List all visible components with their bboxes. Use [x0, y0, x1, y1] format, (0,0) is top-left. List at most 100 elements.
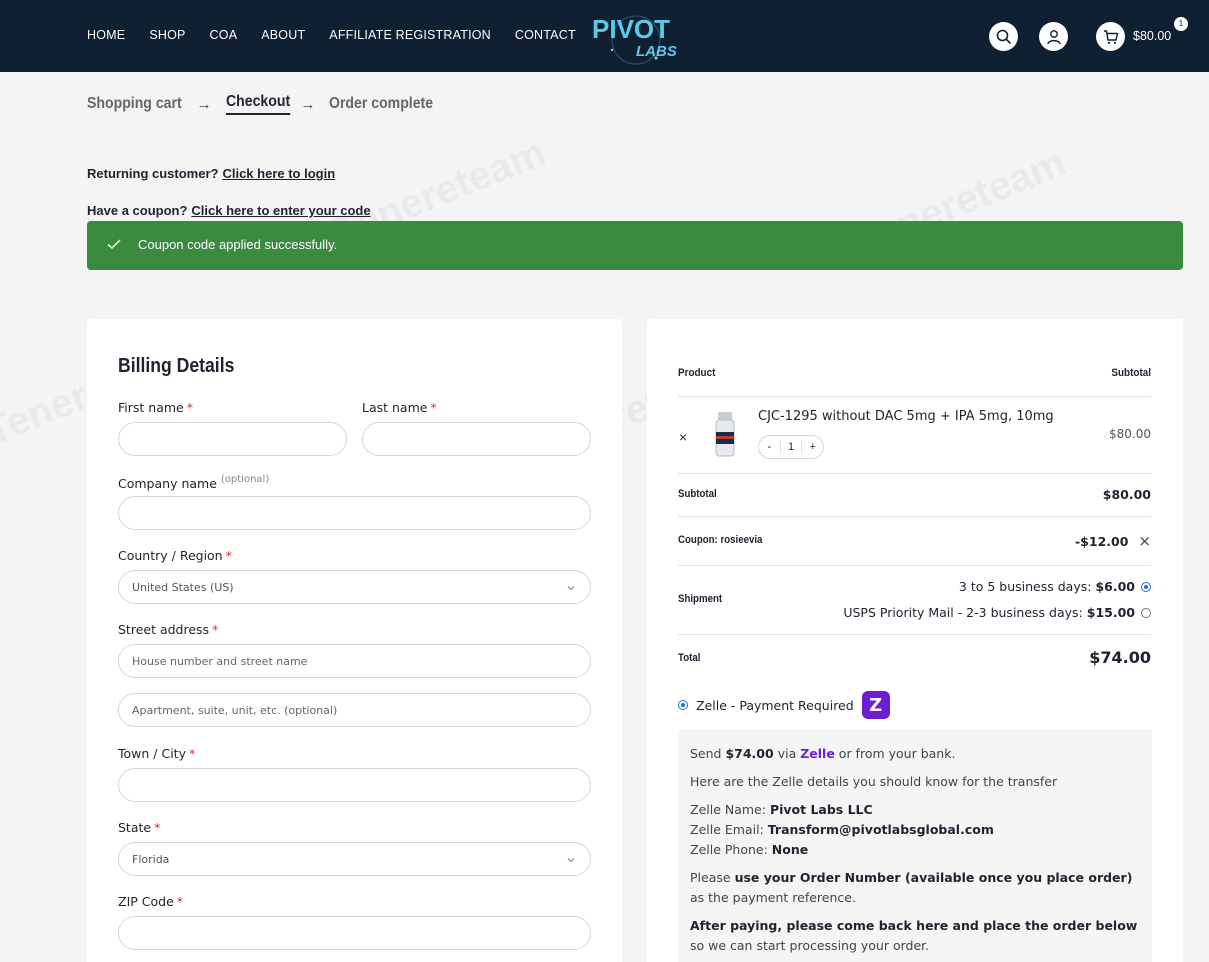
coupon-text: Have a coupon?	[87, 203, 188, 218]
login-link[interactable]: Click here to login	[222, 166, 335, 181]
col-product: Product	[678, 367, 716, 379]
logo-text-labs: LABS	[636, 43, 677, 60]
shipping-radio-usps-priority[interactable]	[1141, 607, 1151, 618]
site-logo[interactable]: PIVOT LABS	[590, 10, 682, 66]
reference-instruction: Please use your Order Number (available …	[690, 870, 1133, 905]
search-icon	[996, 29, 1011, 44]
total-label: Total	[678, 652, 701, 664]
country-select[interactable]: United States (US)	[118, 570, 591, 604]
after-paying-instruction: After paying, please come back here and …	[690, 918, 1138, 953]
coupon-discount: -$12.00 ×	[1075, 532, 1151, 550]
shipping-radio-standard[interactable]	[1141, 581, 1151, 592]
send-instruction: Send $74.00 via Zelle or from your bank.	[690, 746, 956, 761]
zelle-phone-line: Zelle Phone: None	[690, 842, 809, 857]
payment-radio-zelle[interactable]	[678, 700, 688, 710]
product-name[interactable]: CJC-1295 without DAC 5mg + IPA 5mg, 10mg	[758, 409, 1054, 424]
company-name-field[interactable]	[118, 496, 591, 530]
remove-coupon-button[interactable]: ×	[1138, 532, 1151, 550]
company-name-label: Company name (optional)	[118, 474, 270, 491]
product-vial-image	[715, 412, 735, 457]
coupon-label: Coupon: rosieevia	[678, 534, 763, 546]
qty-value[interactable]: 1	[779, 441, 803, 453]
arrow-right-icon: →	[196, 95, 212, 113]
zelle-email-line: Zelle Email: Transform@pivotlabsglobal.c…	[690, 822, 994, 837]
step-shopping-cart[interactable]: Shopping cart	[87, 95, 182, 113]
billing-details-card: Billing Details First name * Last name * C…	[87, 319, 622, 962]
apartment-field[interactable]: Apartment, suite, unit, etc. (optional)	[118, 693, 591, 727]
billing-title: Billing Details	[118, 355, 235, 377]
zelle-instructions: Send $74.00 via Zelle or from your bank.…	[678, 729, 1152, 962]
street-address-field[interactable]: House number and street name	[118, 644, 591, 678]
street-address-placeholder: House number and street name	[132, 654, 308, 668]
state-select[interactable]: Florida	[118, 842, 591, 876]
nav-affiliate-registration[interactable]: AFFILIATE REGISTRATION	[329, 28, 491, 42]
coupon-success-banner: Coupon code applied successfully.	[87, 221, 1183, 270]
zip-field[interactable]	[118, 916, 591, 950]
chevron-down-icon	[567, 858, 575, 863]
qty-increase-button[interactable]: +	[802, 441, 823, 453]
success-message: Coupon code applied successfully.	[138, 237, 338, 252]
checkmark-icon	[107, 239, 121, 250]
product-price: $80.00	[1109, 427, 1151, 441]
nav-about[interactable]: ABOUT	[261, 28, 305, 42]
street-address-label: Street address *	[118, 622, 219, 637]
col-subtotal: Subtotal	[1111, 367, 1151, 379]
apartment-placeholder: Apartment, suite, unit, etc. (optional)	[132, 703, 338, 717]
cart-total[interactable]: $80.00	[1133, 29, 1171, 43]
zelle-link[interactable]: Zelle	[800, 746, 835, 761]
zelle-logo-icon: Z	[861, 691, 890, 719]
last-name-label: Last name *	[362, 400, 437, 415]
zelle-name-line: Zelle Name: Pivot Labs LLC	[690, 802, 873, 817]
divider	[678, 516, 1151, 517]
nav-coa[interactable]: COA	[210, 28, 238, 42]
shipping-option-usps-priority[interactable]: USPS Priority Mail - 2-3 business days: $…	[843, 605, 1151, 620]
zip-label: ZIP Code *	[118, 894, 184, 909]
country-label: Country / Region *	[118, 548, 232, 563]
country-value: United States (US)	[132, 580, 234, 594]
subtotal-value: $80.00	[1102, 487, 1151, 502]
coupon-value: -$12.00	[1074, 533, 1129, 549]
nav-home[interactable]: HOME	[87, 28, 125, 42]
last-name-field[interactable]	[362, 422, 591, 456]
step-order-complete: Order complete	[329, 95, 434, 112]
city-field[interactable]	[118, 768, 591, 802]
details-intro: Here are the Zelle details you should kn…	[690, 774, 1058, 789]
returning-customer-notice: Returning customer? Click here to login	[87, 166, 335, 181]
remove-item-button[interactable]: ×	[679, 429, 687, 445]
logo-graphic: PIVOT LABS	[592, 14, 677, 65]
account-button[interactable]	[1039, 22, 1068, 51]
chevron-down-icon	[567, 586, 575, 591]
main-nav: HOME SHOP COA ABOUT AFFILIATE REGISTRATI…	[87, 28, 600, 42]
cart-button[interactable]	[1096, 22, 1125, 51]
order-table-header: Product	[678, 367, 1104, 379]
cart-count-badge: 1	[1174, 17, 1188, 31]
state-label: State *	[118, 820, 161, 835]
checkout-steps: Shopping cart → Checkout → Order complet…	[87, 93, 448, 115]
city-label: Town / City *	[118, 746, 196, 761]
state-value: Florida	[132, 852, 170, 866]
search-button[interactable]	[989, 22, 1018, 51]
step-checkout: Checkout	[225, 93, 290, 115]
order-summary-card: Product Subtotal × CJC-1295 without DAC …	[647, 319, 1183, 962]
cart-icon	[1103, 29, 1118, 44]
site-header: HOME SHOP COA ABOUT AFFILIATE REGISTRATI…	[0, 0, 1209, 72]
nav-shop[interactable]: SHOP	[149, 28, 185, 42]
coupon-notice: Have a coupon? Click here to enter your c…	[87, 203, 371, 218]
nav-contact[interactable]: CONTACT	[515, 28, 576, 42]
total-value: $74.00	[1089, 648, 1151, 667]
arrow-right-icon: →	[300, 95, 316, 113]
shipment-label: Shipment	[678, 593, 723, 605]
shipping-option-standard[interactable]: 3 to 5 business days: $6.00	[959, 579, 1151, 594]
first-name-field[interactable]	[118, 422, 347, 456]
subtotal-label: Subtotal	[678, 488, 717, 500]
first-name-label: First name *	[118, 400, 193, 415]
user-icon	[1046, 29, 1061, 44]
payment-method-label[interactable]: Zelle - Payment Required	[696, 698, 854, 713]
enter-coupon-link[interactable]: Click here to enter your code	[191, 203, 370, 218]
logo-text-pivot: PIVOT	[592, 14, 670, 44]
divider	[678, 565, 1151, 566]
divider	[678, 473, 1151, 474]
quantity-stepper[interactable]: - 1 +	[758, 435, 824, 459]
qty-decrease-button[interactable]: -	[759, 441, 780, 453]
payment-method-zelle[interactable]: Zelle - Payment Required Z	[678, 691, 890, 719]
